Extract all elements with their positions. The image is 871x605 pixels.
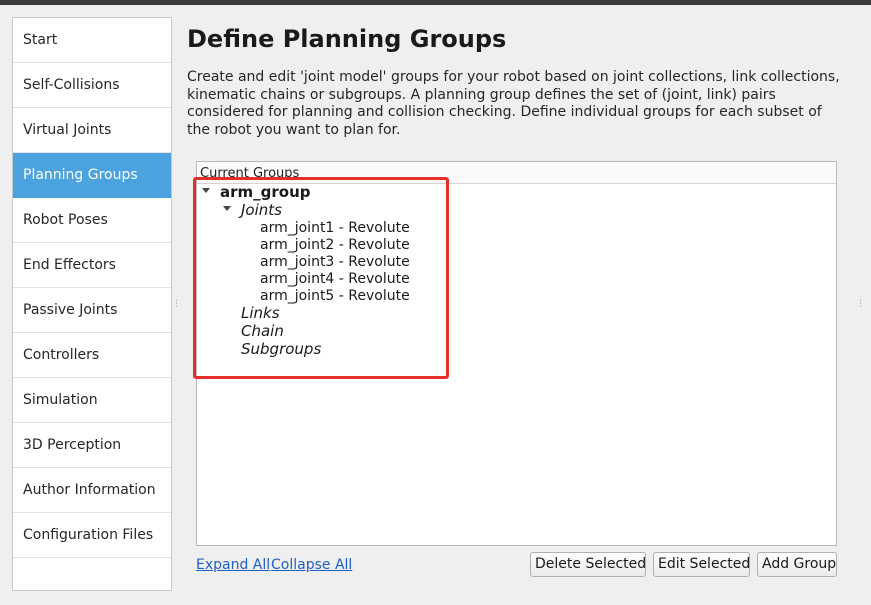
tree-item-joint[interactable]: arm_joint2 - Revolute bbox=[260, 237, 410, 253]
sidebar-item-planning-groups[interactable]: Planning Groups bbox=[13, 153, 171, 198]
tree-item-chain[interactable]: Chain bbox=[241, 322, 284, 340]
joints-label: Joints bbox=[241, 201, 282, 219]
collapse-all-link[interactable]: Collapse All bbox=[271, 557, 352, 573]
sidebar-item-self-collisions[interactable]: Self-Collisions bbox=[13, 63, 171, 108]
tree-item-joint[interactable]: arm_joint5 - Revolute bbox=[260, 288, 410, 304]
sidebar-item-end-effectors[interactable]: End Effectors bbox=[13, 243, 171, 288]
expand-all-link[interactable]: Expand All bbox=[196, 557, 270, 573]
group-name: arm_group bbox=[220, 183, 311, 201]
sidebar-item-virtual-joints[interactable]: Virtual Joints bbox=[13, 108, 171, 153]
tree-item-joint[interactable]: arm_joint4 - Revolute bbox=[260, 271, 410, 287]
tree-item-links[interactable]: Links bbox=[241, 304, 280, 322]
sidebar-item-robot-poses[interactable]: Robot Poses bbox=[13, 198, 171, 243]
sidebar: Start Self-Collisions Virtual Joints Pla… bbox=[12, 17, 172, 591]
tree-item-subgroups[interactable]: Subgroups bbox=[241, 340, 321, 358]
sidebar-item-controllers[interactable]: Controllers bbox=[13, 333, 171, 378]
tree-item-joint[interactable]: arm_joint3 - Revolute bbox=[260, 254, 410, 270]
sidebar-item-configuration-files[interactable]: Configuration Files bbox=[13, 513, 171, 558]
sidebar-item-simulation[interactable]: Simulation bbox=[13, 378, 171, 423]
delete-selected-button[interactable]: Delete Selected bbox=[530, 552, 646, 577]
sidebar-item-start[interactable]: Start bbox=[13, 18, 171, 63]
tree-item-joint[interactable]: arm_joint1 - Revolute bbox=[260, 220, 410, 236]
sidebar-item-passive-joints[interactable]: Passive Joints bbox=[13, 288, 171, 333]
tree-item-joints[interactable]: Joints bbox=[223, 201, 282, 219]
sidebar-item-3d-perception[interactable]: 3D Perception bbox=[13, 423, 171, 468]
tree-item-group[interactable]: arm_group bbox=[202, 183, 311, 201]
main-panel: Define Planning Groups Create and edit '… bbox=[187, 0, 871, 605]
splitter-handle-left[interactable]: · · · bbox=[175, 297, 178, 312]
chevron-down-icon[interactable] bbox=[223, 206, 231, 211]
page-description: Create and edit 'joint model' groups for… bbox=[187, 69, 840, 138]
edit-selected-button[interactable]: Edit Selected bbox=[653, 552, 750, 577]
current-groups-tree[interactable]: Current Groups arm_group Joints arm_join… bbox=[196, 161, 837, 546]
sidebar-item-author-information[interactable]: Author Information bbox=[13, 468, 171, 513]
current-groups-header: Current Groups bbox=[197, 162, 836, 184]
add-group-button[interactable]: Add Group bbox=[757, 552, 837, 577]
chevron-down-icon[interactable] bbox=[202, 188, 210, 193]
page-title: Define Planning Groups bbox=[187, 25, 507, 53]
